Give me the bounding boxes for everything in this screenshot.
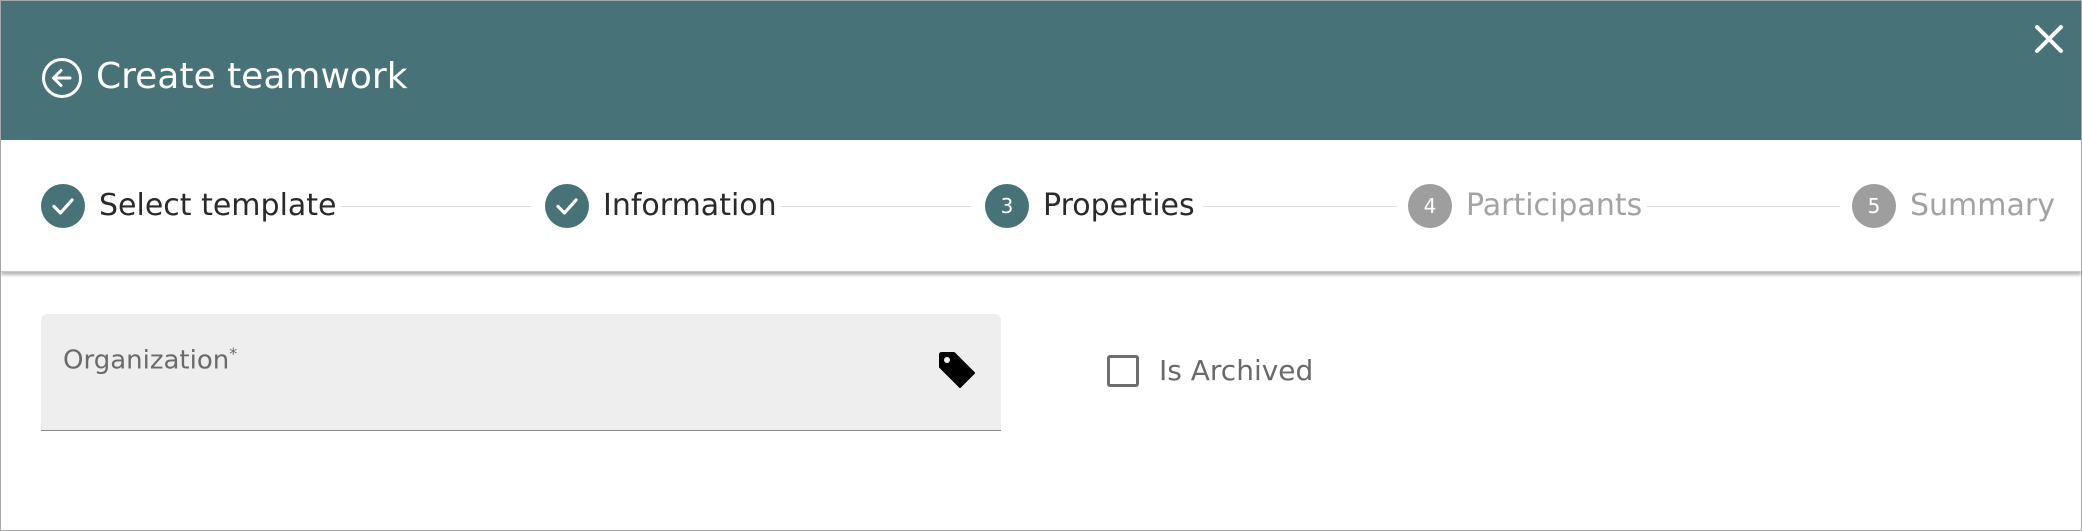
close-icon <box>2035 25 2063 53</box>
step-connector <box>781 206 971 207</box>
close-button[interactable] <box>2031 21 2067 57</box>
create-teamwork-dialog: Create teamwork Select template Informat… <box>0 0 2082 531</box>
step-5-number: 5 <box>1852 184 1896 228</box>
organization-label: Organization* <box>63 344 238 376</box>
step-2-label[interactable]: Information <box>603 184 777 228</box>
organization-field[interactable]: Organization* <box>41 314 1001 431</box>
stepper: Select template Information 3 Properties… <box>1 140 2081 272</box>
step-1-check-icon <box>41 184 85 228</box>
step-1-label[interactable]: Select template <box>99 184 337 228</box>
step-3-number: 3 <box>985 184 1029 228</box>
is-archived-label[interactable]: Is Archived <box>1159 351 1313 391</box>
step-3-label[interactable]: Properties <box>1043 184 1195 228</box>
step-connector <box>1203 206 1397 207</box>
is-archived-checkbox[interactable] <box>1107 355 1139 387</box>
step-5-label[interactable]: Summary <box>1910 184 2055 228</box>
step-connector <box>1647 206 1840 207</box>
tag-icon[interactable] <box>937 350 977 390</box>
step-2-check-icon <box>545 184 589 228</box>
dialog-title: Create teamwork <box>96 56 408 97</box>
dialog-header: Create teamwork <box>1 1 2081 140</box>
arrow-left-circle-icon <box>42 58 82 98</box>
step-4-label[interactable]: Participants <box>1466 184 1642 228</box>
back-button[interactable] <box>41 57 83 99</box>
step-connector <box>341 206 531 207</box>
step-4-number: 4 <box>1408 184 1452 228</box>
